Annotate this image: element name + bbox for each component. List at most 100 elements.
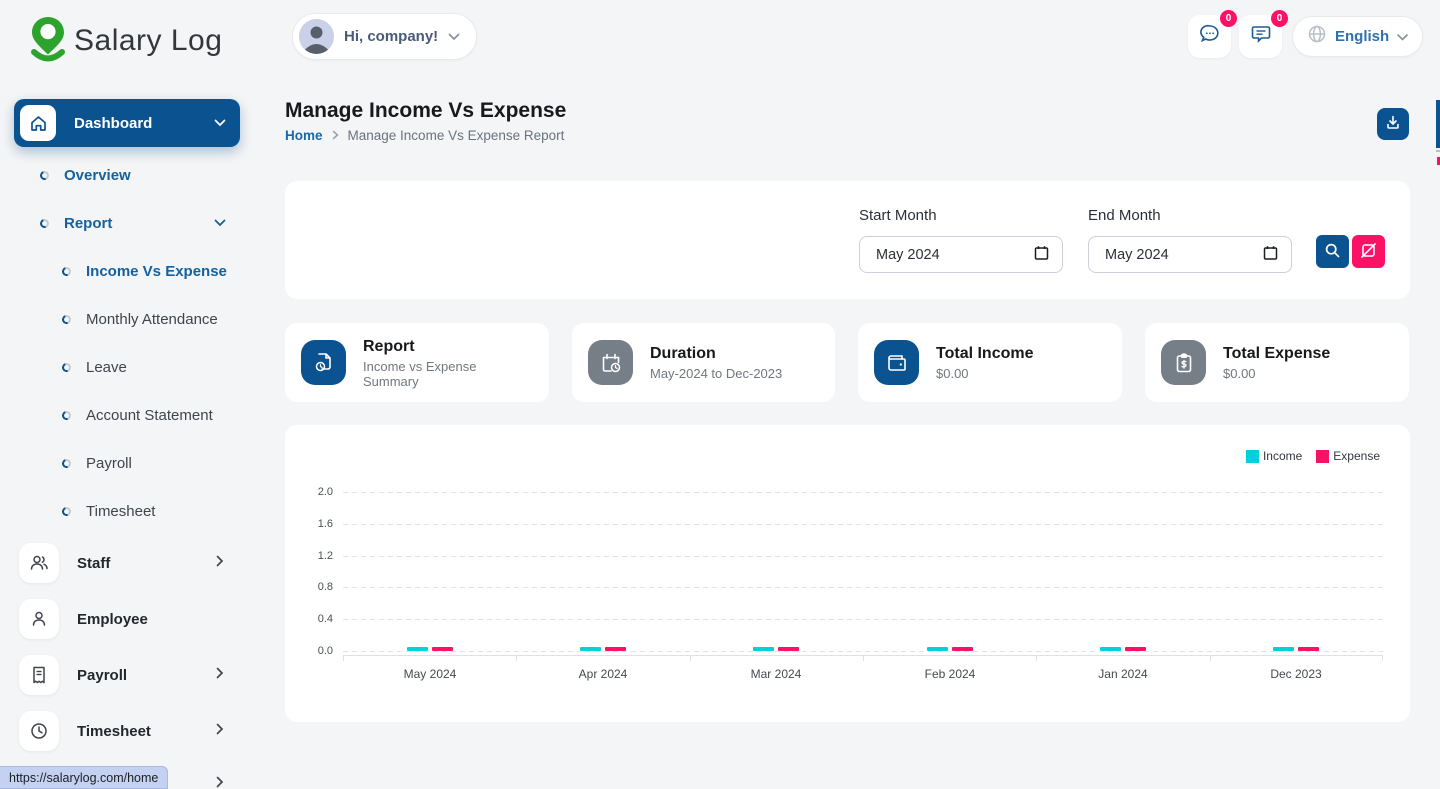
receipt-icon bbox=[19, 655, 59, 695]
reset-filter-button[interactable] bbox=[1352, 235, 1385, 268]
user-avatar bbox=[299, 19, 334, 54]
x-tick-label: Apr 2024 bbox=[543, 667, 663, 681]
chevron-right-icon bbox=[216, 722, 224, 740]
bullet-icon bbox=[61, 361, 73, 373]
bar-group: Jan 2024 bbox=[1063, 643, 1183, 687]
expense-bar bbox=[1125, 647, 1146, 651]
calendar-icon bbox=[1034, 245, 1049, 265]
x-axis-tick bbox=[1210, 655, 1211, 661]
download-report-button[interactable] bbox=[1377, 108, 1409, 140]
file-clock-icon bbox=[301, 340, 346, 385]
y-tick-label: 2.0 bbox=[301, 486, 333, 498]
language-selector[interactable]: English bbox=[1292, 16, 1423, 57]
chevron-down-icon bbox=[1397, 28, 1408, 46]
start-month-label: Start Month bbox=[859, 207, 937, 224]
chat-button[interactable]: 0 bbox=[1188, 15, 1231, 58]
bullet-icon bbox=[61, 409, 73, 421]
sidebar-item-label: Income Vs Expense bbox=[86, 263, 227, 280]
sidebar-item-account-statement[interactable]: Account Statement bbox=[14, 403, 240, 427]
sidebar-item-label: Account Statement bbox=[86, 407, 213, 424]
app-window: Salary Log Hi, company! 0 bbox=[0, 0, 1440, 789]
sidebar-item-leave[interactable]: Leave bbox=[14, 355, 240, 379]
summary-card-total-income: Total Income $0.00 bbox=[858, 323, 1122, 402]
filter-panel: Start Month May 2024 End Month May 2024 bbox=[285, 181, 1410, 299]
sidebar-item-label: Leave bbox=[86, 359, 127, 376]
sidebar-item-monthly-attendance[interactable]: Monthly Attendance bbox=[14, 307, 240, 331]
expense-bar bbox=[432, 647, 453, 651]
sidebar-item-label: Staff bbox=[77, 555, 198, 572]
wallet-icon bbox=[874, 340, 919, 385]
x-axis-tick bbox=[516, 655, 517, 661]
y-tick-label: 1.2 bbox=[301, 550, 333, 562]
expense-swatch-icon bbox=[1316, 450, 1329, 463]
page-title: Manage Income Vs Expense bbox=[285, 99, 566, 123]
expense-bar bbox=[605, 647, 626, 651]
search-button[interactable] bbox=[1316, 235, 1349, 268]
feedback-button[interactable]: 0 bbox=[1239, 15, 1282, 58]
bullet-icon bbox=[61, 457, 73, 469]
sidebar-item-label: Monthly Attendance bbox=[86, 311, 218, 328]
y-tick-label: 0.4 bbox=[301, 613, 333, 625]
filter-clear-icon bbox=[1360, 242, 1377, 262]
search-icon bbox=[1324, 242, 1341, 262]
sidebar-item-label: Payroll bbox=[86, 455, 132, 472]
income-bar bbox=[407, 647, 428, 651]
user-menu-button[interactable]: Hi, company! bbox=[292, 13, 477, 60]
chevron-down-icon bbox=[214, 114, 226, 132]
x-tick-label: May 2024 bbox=[370, 667, 490, 681]
sidebar-item-income-vs-expense[interactable]: Income Vs Expense bbox=[14, 259, 240, 283]
clock-icon bbox=[19, 711, 59, 751]
summary-card-subtitle: $0.00 bbox=[1223, 366, 1330, 381]
income-bar bbox=[1273, 647, 1294, 651]
income-bar bbox=[753, 647, 774, 651]
bar-group: Apr 2024 bbox=[543, 643, 663, 687]
income-bar bbox=[580, 647, 601, 651]
globe-icon bbox=[1307, 24, 1327, 49]
sidebar-item-label: Employee bbox=[77, 611, 240, 628]
start-month-input[interactable]: May 2024 bbox=[859, 236, 1063, 273]
breadcrumb: Home Manage Income Vs Expense Report bbox=[285, 128, 564, 143]
summary-card-subtitle: Income vs Expense Summary bbox=[363, 359, 533, 389]
sidebar-item-employee[interactable]: Employee bbox=[14, 595, 240, 643]
greeting-text: Hi, company! bbox=[344, 28, 438, 45]
clipped-edge-artifact-blue bbox=[1436, 100, 1440, 148]
logo-pin-icon bbox=[26, 14, 70, 67]
sidebar-item-staff[interactable]: Staff bbox=[14, 539, 240, 587]
chart-legend: Income Expense bbox=[1246, 449, 1380, 463]
gridline bbox=[343, 556, 1383, 557]
sidebar-item-label: Timesheet bbox=[77, 723, 198, 740]
bullet-icon bbox=[39, 217, 51, 229]
users-icon bbox=[19, 543, 59, 583]
sidebar-item-report[interactable]: Report bbox=[14, 211, 240, 235]
logo-text: Salary Log bbox=[74, 24, 222, 58]
clipped-edge-artifact-line bbox=[1436, 150, 1440, 152]
end-month-label: End Month bbox=[1088, 207, 1161, 224]
sidebar-item-payroll-report[interactable]: Payroll bbox=[14, 451, 240, 475]
status-bar-url: https://salarylog.com/home bbox=[0, 766, 168, 789]
bar-group: May 2024 bbox=[370, 643, 490, 687]
chevron-right-icon bbox=[216, 775, 224, 789]
legend-item-expense: Expense bbox=[1316, 449, 1380, 463]
bar-group: Feb 2024 bbox=[890, 643, 1010, 687]
legend-item-income: Income bbox=[1246, 449, 1302, 463]
sidebar-item-timesheet[interactable]: Timesheet bbox=[14, 707, 240, 755]
app-logo[interactable]: Salary Log bbox=[26, 14, 222, 67]
income-expense-chart: Income Expense 2.0 1.6 1.2 0.8 0.4 0.0 bbox=[285, 425, 1410, 722]
y-tick-label: 0.0 bbox=[301, 645, 333, 657]
sidebar-item-overview[interactable]: Overview bbox=[14, 163, 240, 187]
bullet-icon bbox=[39, 169, 51, 181]
summary-card-title: Duration bbox=[650, 344, 782, 364]
chevron-right-icon bbox=[216, 554, 224, 572]
gridline bbox=[343, 524, 1383, 525]
sidebar-item-label: Report bbox=[64, 215, 199, 232]
calendar-clock-icon bbox=[588, 340, 633, 385]
sidebar-item-timesheet-report[interactable]: Timesheet bbox=[14, 499, 240, 523]
breadcrumb-current: Manage Income Vs Expense Report bbox=[348, 128, 565, 143]
bullet-icon bbox=[61, 505, 73, 517]
sidebar-item-payroll[interactable]: Payroll bbox=[14, 651, 240, 699]
user-icon bbox=[19, 599, 59, 639]
breadcrumb-home-link[interactable]: Home bbox=[285, 128, 323, 143]
sidebar-item-dashboard[interactable]: Dashboard bbox=[14, 99, 240, 147]
end-month-input[interactable]: May 2024 bbox=[1088, 236, 1292, 273]
chevron-right-icon bbox=[216, 666, 224, 684]
